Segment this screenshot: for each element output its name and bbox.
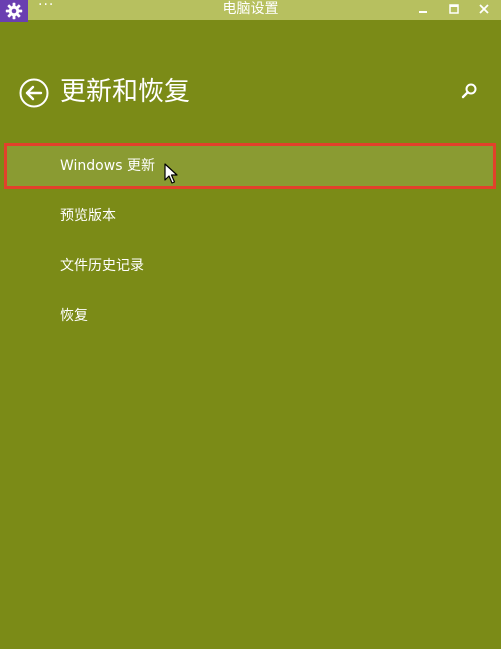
nav-item-label: 文件历史记录 xyxy=(60,258,144,274)
nav-item-label: 恢复 xyxy=(60,308,88,324)
page-title: 更新和恢复 xyxy=(60,77,191,107)
page-header: 更新和恢复 xyxy=(0,68,501,118)
minimize-icon xyxy=(419,11,427,13)
back-arrow-icon xyxy=(19,78,49,108)
nav-item-recovery[interactable]: 恢复 xyxy=(4,293,496,339)
nav-item-label: Windows 更新 xyxy=(60,158,155,174)
nav-item-file-history[interactable]: 文件历史记录 xyxy=(4,243,496,289)
maximize-button[interactable] xyxy=(441,0,467,18)
close-icon xyxy=(479,4,489,14)
nav-item-preview-builds[interactable]: 预览版本 xyxy=(4,193,496,239)
minimize-button[interactable] xyxy=(410,0,436,18)
maximize-icon xyxy=(449,4,459,14)
search-button[interactable] xyxy=(458,81,480,103)
search-icon xyxy=(461,83,477,99)
close-button[interactable] xyxy=(471,0,497,18)
back-button[interactable] xyxy=(19,78,49,108)
nav-item-label: 预览版本 xyxy=(60,208,116,224)
nav-item-windows-update[interactable]: Windows 更新 xyxy=(4,143,496,189)
mouse-pointer-icon xyxy=(164,163,178,184)
title-bar: ··· 电脑设置 xyxy=(0,0,501,22)
